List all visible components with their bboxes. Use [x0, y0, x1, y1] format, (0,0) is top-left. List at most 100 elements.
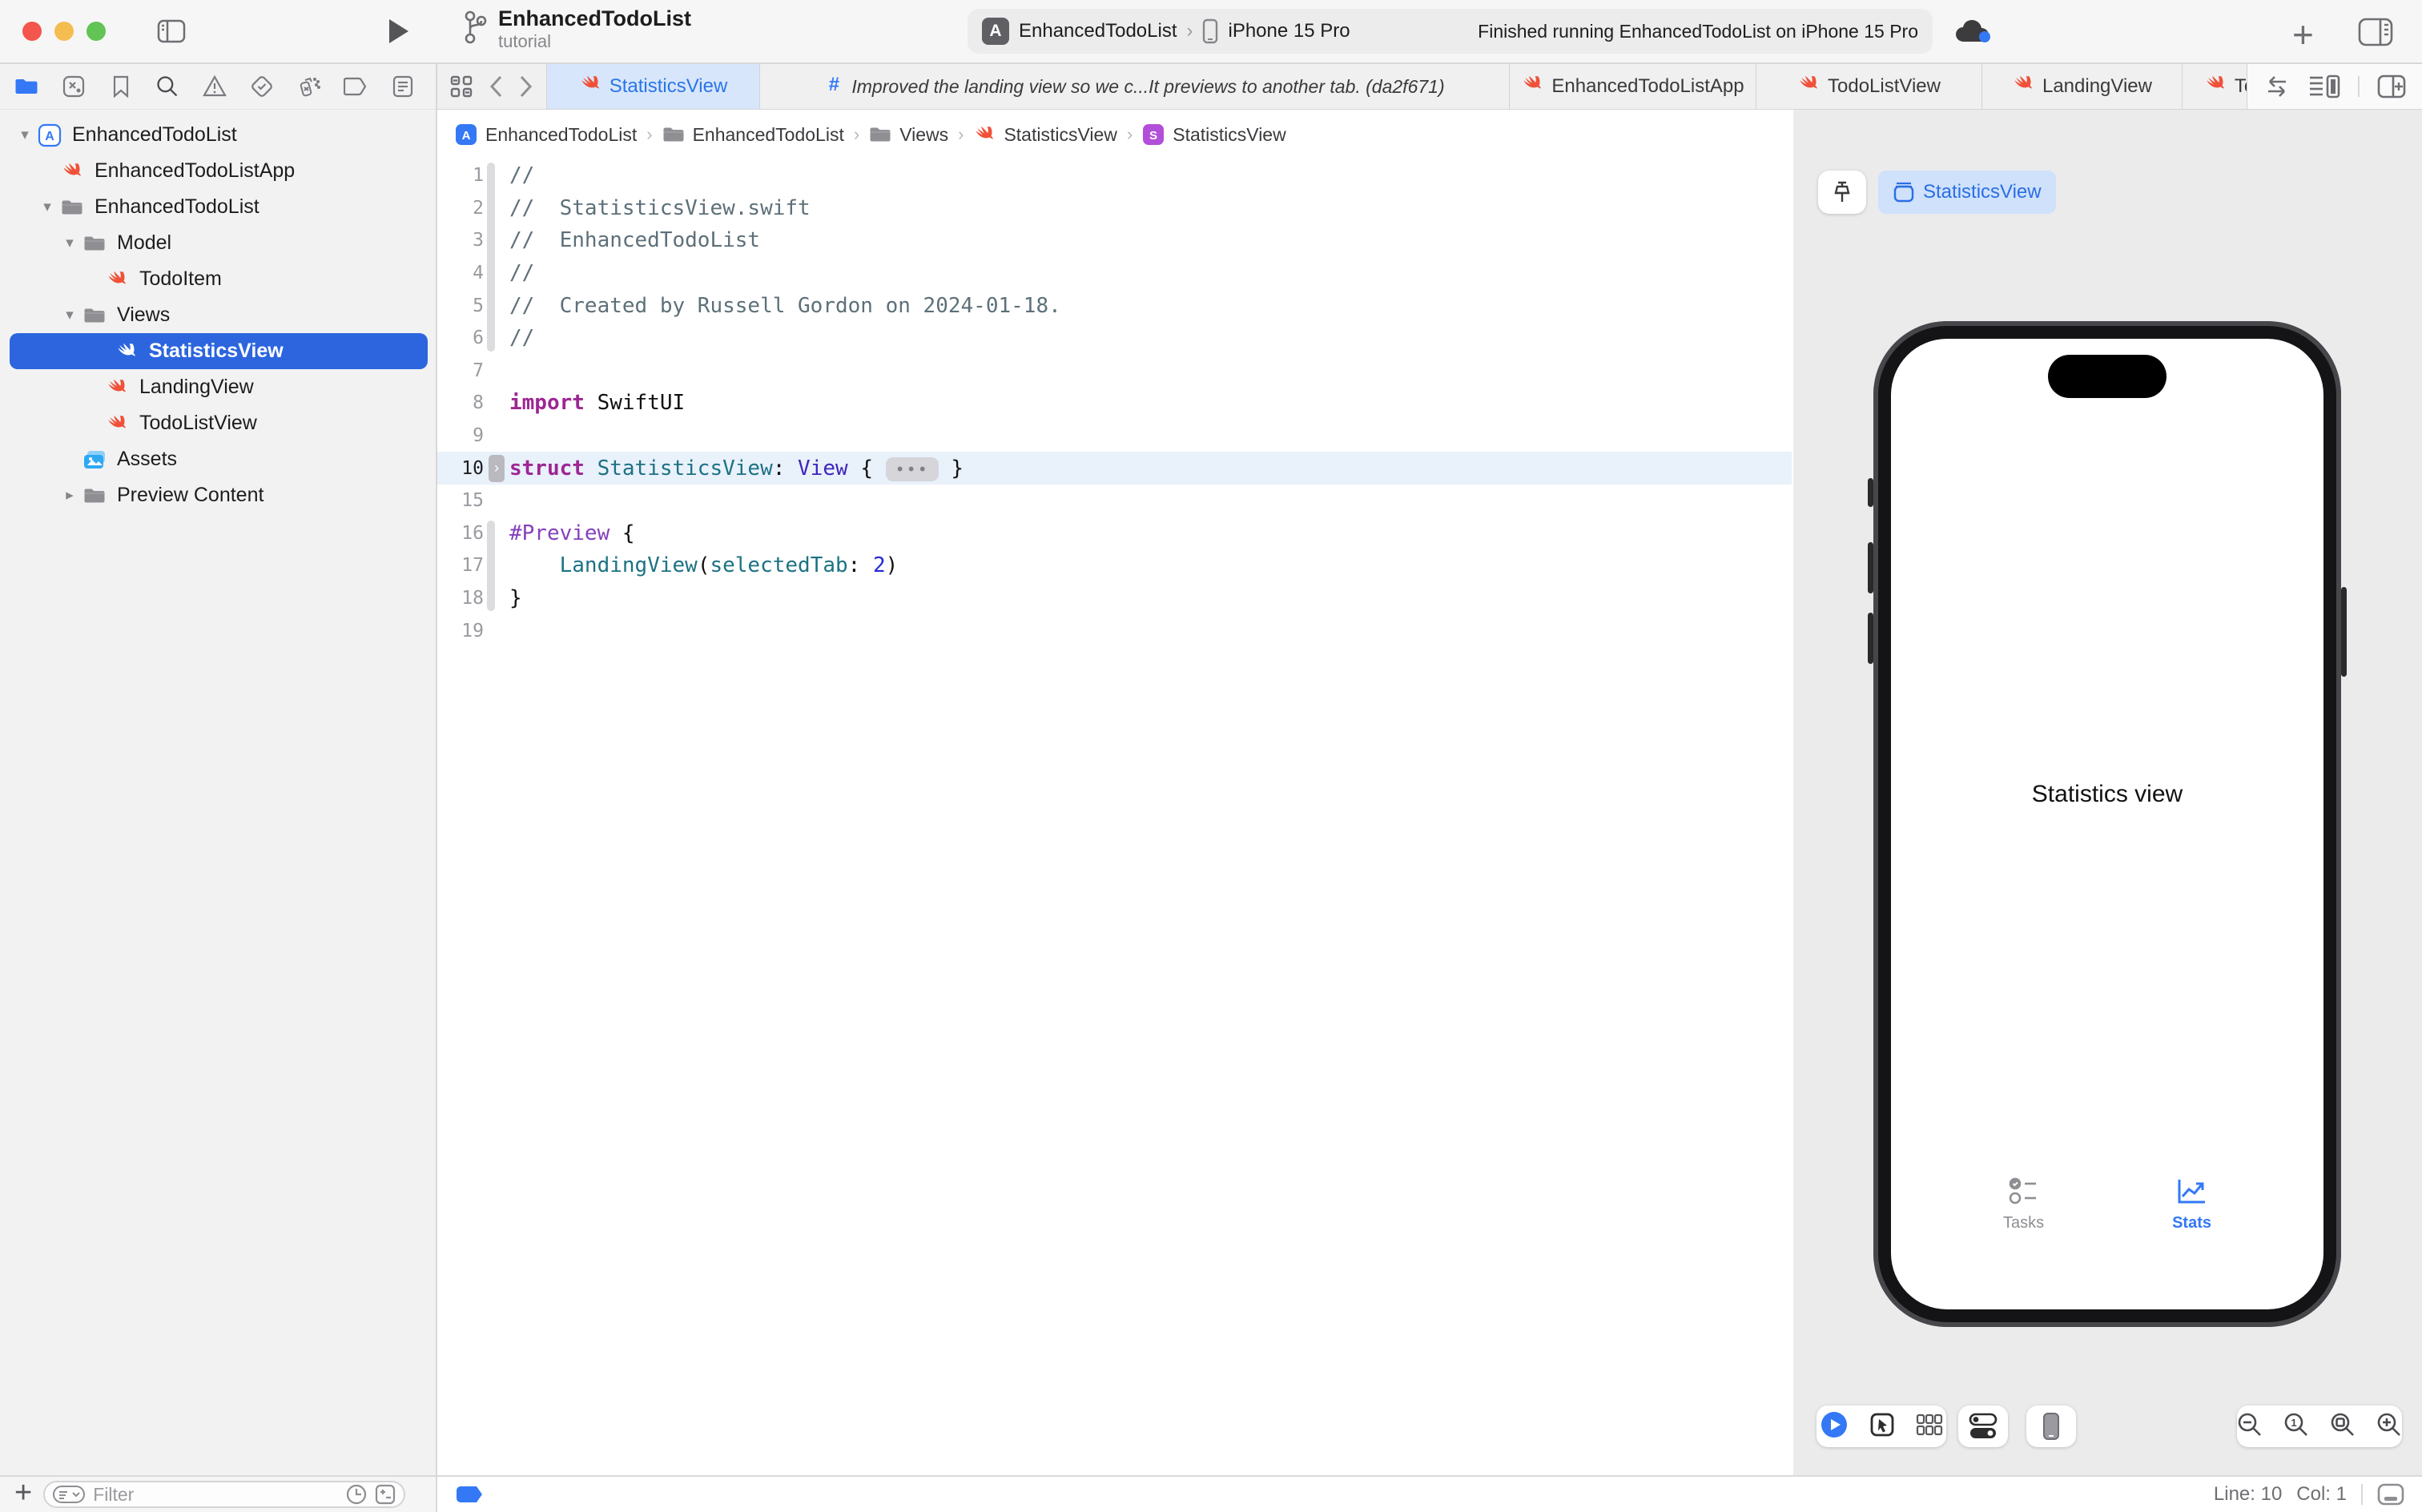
bookmarks-icon[interactable] [109, 74, 133, 99]
file-tree-item-label: EnhancedTodoList [72, 123, 237, 146]
canvas-mode-controls [1816, 1405, 1946, 1447]
disclosure-triangle-icon[interactable]: ▾ [58, 306, 82, 324]
scm-status-filter-icon[interactable] [375, 1484, 396, 1505]
code-line-4[interactable]: 4 // [437, 257, 1792, 290]
code-line-1[interactable]: 1 // [437, 159, 1792, 192]
code-line-10[interactable]: 10 › struct StatisticsView: View { ••• } [437, 452, 1792, 485]
filter-field[interactable]: Filter [43, 1481, 406, 1508]
device-selector-button[interactable] [2026, 1405, 2076, 1447]
inspector-toggle-icon[interactable] [2358, 18, 2393, 46]
file-tree-item-todolistview[interactable]: TodoListView [0, 405, 437, 441]
file-tree-item-todoitem[interactable]: TodoItem [0, 261, 437, 297]
zoom-button[interactable] [86, 22, 106, 41]
code-line-15[interactable]: 15 [437, 485, 1792, 517]
fold-chevron-icon[interactable]: › [489, 454, 505, 482]
breadcrumb-item-views[interactable]: Views [869, 124, 948, 146]
code-line-5[interactable]: 5 // Created by Russell Gordon on 2024-01… [437, 289, 1792, 322]
code-fold-indicator[interactable]: › [484, 454, 509, 482]
tab-improved[interactable]: # Improved the landing view so we c...It … [760, 64, 1510, 109]
forward-chevron-icon[interactable] [519, 74, 533, 99]
tab-todolistview[interactable]: TodoListView [1756, 64, 1982, 109]
code-line-7[interactable]: 7 [437, 355, 1792, 388]
file-tree-item-enhancedtodolist[interactable]: ▾ A EnhancedTodoList [0, 117, 437, 153]
tab-enhancedtodolistapp[interactable]: EnhancedTodoListApp [1510, 64, 1756, 109]
code-line-17[interactable]: 17 LandingView(selectedTab: 2) [437, 549, 1792, 582]
project-navigator-icon[interactable] [14, 74, 38, 99]
code-line-18[interactable]: 18} [437, 582, 1792, 615]
device-tab-stats[interactable]: Stats [2172, 1177, 2211, 1233]
tab-toc[interactable]: Toc [2183, 64, 2247, 109]
disclosure-triangle-icon[interactable]: ▸ [58, 486, 82, 505]
breadcrumb-item-enhancedtodolist[interactable]: A EnhancedTodoList [455, 123, 637, 146]
tests-icon[interactable] [250, 74, 274, 99]
breadcrumb-item-statisticsview[interactable]: StatisticsView [973, 123, 1117, 146]
source-control-icon[interactable] [62, 74, 86, 99]
file-tree-item-preview-content[interactable]: ▸ Preview Content [0, 477, 437, 513]
power-button [2341, 587, 2347, 677]
zoom-in-icon[interactable] [2376, 1411, 2403, 1442]
breakpoint-indicator[interactable] [457, 1486, 482, 1502]
line-number: 17 [461, 555, 484, 577]
source-editor[interactable]: 1 // 2 // StatisticsView.swift 3 // EnhancedT… [437, 159, 1792, 1475]
xcode-cloud-icon[interactable] [1954, 19, 1991, 45]
file-tree-item-enhancedtodolistapp[interactable]: EnhancedTodoListApp [0, 153, 437, 189]
file-tree-item-views[interactable]: ▾ Views [0, 297, 437, 333]
close-button[interactable] [22, 22, 42, 41]
variants-grid-icon[interactable] [1916, 1413, 1943, 1441]
code-line-16[interactable]: 16 #Preview { [437, 517, 1792, 550]
code-line-19[interactable]: 19 [437, 614, 1792, 647]
issues-icon[interactable] [203, 74, 227, 99]
filter-menu-icon[interactable] [53, 1486, 86, 1503]
scheme-project[interactable]: EnhancedTodoList [1019, 20, 1177, 42]
disclosure-triangle-icon[interactable]: ▾ [35, 198, 59, 216]
breakpoints-icon[interactable] [344, 74, 368, 99]
file-tree-item-assets[interactable]: Assets [0, 441, 437, 477]
related-items-grid-icon[interactable] [450, 75, 473, 98]
file-tree-item-model[interactable]: ▾ Model [0, 225, 437, 261]
debug-icon[interactable] [297, 74, 321, 99]
run-button[interactable] [386, 18, 410, 45]
tab-statisticsview[interactable]: StatisticsView [547, 64, 760, 109]
tab-landingview[interactable]: LandingView [1982, 64, 2183, 109]
reports-icon[interactable] [391, 74, 415, 99]
code-line-2[interactable]: 2 // StatisticsView.swift [437, 192, 1792, 225]
disclosure-triangle-icon[interactable]: ▾ [58, 234, 82, 252]
preview-target-chip[interactable]: StatisticsView [1878, 171, 2056, 214]
sidebar-toggle-icon[interactable] [157, 19, 186, 43]
breadcrumb-item-statisticsview[interactable]: S StatisticsView [1142, 123, 1286, 146]
recent-files-clock-icon[interactable] [346, 1484, 367, 1505]
file-tree-item-enhancedtodolist[interactable]: ▾ EnhancedTodoList [0, 189, 437, 225]
zoom-fit-icon[interactable] [2329, 1411, 2356, 1442]
editor-options-icon[interactable] [2308, 74, 2340, 99]
scheme-selector[interactable]: A EnhancedTodoList › iPhone 15 Pro Finis… [968, 9, 1933, 54]
code-line-6[interactable]: 6 // [437, 322, 1792, 355]
tab-label: TodoListView [1828, 75, 1941, 97]
file-tree-item-landingview[interactable]: LandingView [0, 369, 437, 405]
code-line-9[interactable]: 9 [437, 420, 1792, 452]
code-review-icon[interactable] [2263, 75, 2291, 98]
minimap-toggle-icon[interactable] [2377, 1483, 2404, 1506]
folder-icon [82, 483, 107, 509]
pin-preview-button[interactable] [1818, 171, 1866, 214]
back-chevron-icon[interactable] [489, 74, 503, 99]
add-tab-button[interactable]: + [2292, 13, 2314, 56]
pin-icon [1834, 181, 1850, 202]
folded-code-pill[interactable]: ••• [885, 456, 939, 481]
add-editor-icon[interactable] [2377, 74, 2406, 99]
add-file-button[interactable]: + [14, 1476, 32, 1510]
find-icon[interactable] [155, 74, 179, 99]
code-line-3[interactable]: 3 // EnhancedTodoList [437, 224, 1792, 257]
breadcrumb-item-enhancedtodolist[interactable]: EnhancedTodoList [662, 124, 844, 146]
device-tab-tasks[interactable]: Tasks [2003, 1177, 2044, 1233]
live-preview-play-icon[interactable] [1820, 1410, 1849, 1443]
device-settings-button[interactable] [1958, 1405, 2008, 1447]
minimize-button[interactable] [54, 22, 74, 41]
zoom-100-icon[interactable]: 1 [2283, 1411, 2310, 1442]
file-tree-item-statisticsview[interactable]: StatisticsView [10, 333, 428, 369]
selectable-pointer-icon[interactable] [1869, 1412, 1895, 1442]
disclosure-triangle-icon[interactable]: ▾ [13, 126, 37, 144]
file-tree-item-label: EnhancedTodoListApp [95, 159, 296, 182]
scheme-destination[interactable]: iPhone 15 Pro [1228, 20, 1350, 42]
code-line-8[interactable]: 8 import SwiftUI [437, 387, 1792, 420]
zoom-out-icon[interactable] [2236, 1411, 2263, 1442]
